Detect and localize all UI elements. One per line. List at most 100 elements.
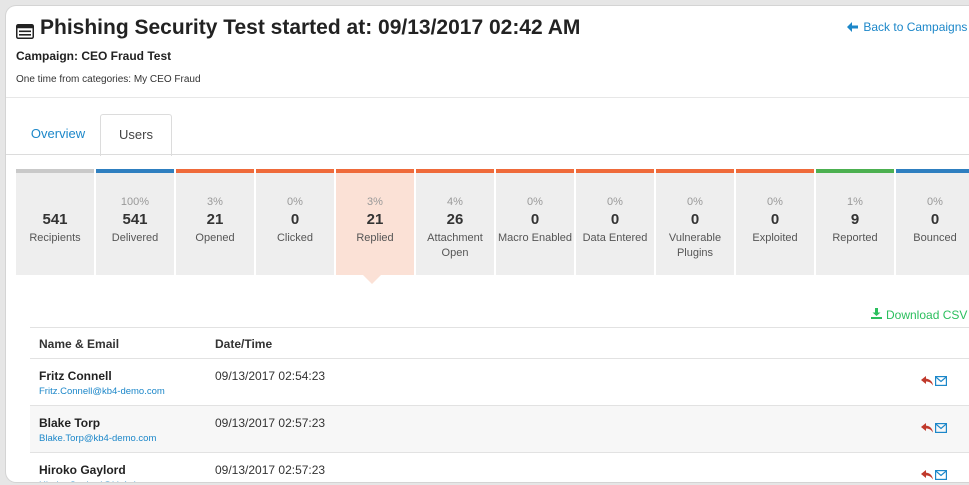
reply-icon[interactable] — [921, 376, 933, 386]
envelope-icon[interactable] — [935, 470, 947, 480]
stat-percent: 4% — [447, 196, 463, 208]
page-header: Phishing Security Test started at: 09/13… — [6, 6, 969, 98]
stat-color-bar — [896, 169, 969, 173]
row-actions — [921, 376, 949, 386]
stat-count: 0 — [610, 211, 620, 228]
table-body: Fritz Connell Fritz.Connell@kb4-demo.com 0… — [30, 359, 969, 482]
stat-percent: 0% — [927, 196, 943, 208]
stat-percent: 1% — [847, 196, 863, 208]
stat-attachment-open[interactable]: 4% 26 Attachment Open — [416, 169, 494, 275]
column-header-name-email: Name & Email — [39, 337, 120, 351]
stat-count: 9 — [850, 211, 860, 228]
stat-replied[interactable]: 3% 21 Replied — [336, 169, 414, 275]
stat-label: Data Entered — [582, 232, 648, 244]
header-divider — [6, 97, 969, 98]
user-email-link[interactable]: Hiroko.Gaylord@kb4-demo.com — [39, 480, 175, 482]
stat-vulnerable-plugins[interactable]: 0% 0 Vulnerable Plugins — [656, 169, 734, 275]
stat-color-bar — [176, 169, 254, 173]
reply-datetime: 09/13/2017 02:54:23 — [215, 369, 326, 383]
stat-label: Clicked — [276, 232, 314, 244]
stat-color-bar — [96, 169, 174, 173]
stat-color-bar — [656, 169, 734, 173]
table-row: Fritz Connell Fritz.Connell@kb4-demo.com 0… — [30, 359, 969, 406]
stat-count: 0 — [290, 211, 300, 228]
stat-color-bar — [816, 169, 894, 173]
stat-bounced[interactable]: 0% 0 Bounced — [896, 169, 969, 275]
stat-label: Macro Enabled — [498, 232, 572, 244]
back-to-campaigns-link[interactable]: Back to Campaigns — [847, 20, 967, 34]
stat-reported[interactable]: 1% 9 Reported — [816, 169, 894, 275]
stat-label: Bounced — [913, 232, 957, 244]
stat-label: Opened — [195, 232, 235, 244]
tab-bar: Overview Users — [6, 114, 969, 156]
stat-color-bar — [416, 169, 494, 173]
envelope-icon[interactable] — [935, 423, 947, 433]
stat-percent: 0% — [607, 196, 623, 208]
tab-overview[interactable]: Overview — [19, 114, 97, 154]
stat-label: Recipients — [29, 232, 81, 244]
stat-color-bar — [256, 169, 334, 173]
stat-color-bar — [736, 169, 814, 173]
stat-count: 0 — [530, 211, 540, 228]
stat-percent: 100% — [120, 196, 150, 208]
stat-label: Exploited — [752, 232, 798, 244]
stat-percent: 0% — [767, 196, 783, 208]
stat-color-bar — [16, 169, 94, 173]
user-email-link[interactable]: Blake.Torp@kb4-demo.com — [39, 433, 156, 444]
reply-icon[interactable] — [921, 423, 933, 433]
stat-macro-enabled[interactable]: 0% 0 Macro Enabled — [496, 169, 574, 275]
stat-recipients[interactable]: 541 Recipients — [16, 169, 94, 275]
user-name: Fritz Connell — [39, 369, 112, 383]
stat-color-bar — [496, 169, 574, 173]
stat-count: 21 — [206, 211, 224, 228]
stat-label: Attachment Open — [427, 232, 483, 259]
stat-percent: 0% — [287, 196, 303, 208]
reply-icon[interactable] — [921, 470, 933, 480]
stat-count: 541 — [42, 211, 68, 228]
table-row: Hiroko Gaylord Hiroko.Gaylord@kb4-demo.co… — [30, 453, 969, 482]
table-row: Blake Torp Blake.Torp@kb4-demo.com 09/13/2… — [30, 406, 969, 453]
column-header-datetime: Date/Time — [215, 337, 273, 351]
download-icon — [871, 308, 886, 322]
stat-count: 0 — [930, 211, 940, 228]
stat-percent: 0% — [687, 196, 703, 208]
stat-percent: 3% — [207, 196, 223, 208]
stat-delivered[interactable]: 100% 541 Delivered — [96, 169, 174, 275]
stat-percent: 3% — [367, 196, 383, 208]
stat-opened[interactable]: 3% 21 Opened — [176, 169, 254, 275]
stat-count: 21 — [366, 211, 384, 228]
user-name: Blake Torp — [39, 416, 101, 430]
stat-label: Reported — [832, 232, 878, 244]
list-icon — [16, 21, 34, 39]
table-header: Name & Email Date/Time — [30, 327, 969, 359]
download-csv-label: Download CSV — [886, 308, 968, 322]
stats-row: 541 Recipients 100% 541 Delivered 3% 21 Opened 0… — [16, 169, 969, 275]
reply-datetime: 09/13/2017 02:57:23 — [215, 416, 326, 430]
stat-clicked[interactable]: 0% 0 Clicked — [256, 169, 334, 275]
stat-label: Replied — [356, 232, 394, 244]
page-frame: Phishing Security Test started at: 09/13… — [6, 6, 969, 482]
page-title-text: Phishing Security Test started at: 09/13… — [40, 16, 581, 39]
arrow-left-icon — [847, 20, 863, 34]
stat-count: 0 — [690, 211, 700, 228]
reply-datetime: 09/13/2017 02:57:23 — [215, 463, 326, 477]
stat-color-bar — [576, 169, 654, 173]
stat-count: 26 — [446, 211, 464, 228]
user-name: Hiroko Gaylord — [39, 463, 126, 477]
stat-percent: 0% — [527, 196, 543, 208]
download-csv-link[interactable]: Download CSV — [871, 308, 967, 322]
stat-exploited[interactable]: 0% 0 Exploited — [736, 169, 814, 275]
stat-color-bar — [336, 169, 414, 173]
campaign-categories: One time from categories: My CEO Fraud — [16, 74, 201, 85]
stat-label: Vulnerable Plugins — [668, 232, 722, 259]
stat-count: 0 — [770, 211, 780, 228]
page-title: Phishing Security Test started at: 09/13… — [16, 16, 580, 40]
active-stat-caret — [363, 275, 381, 284]
row-actions — [921, 423, 949, 433]
stat-data-entered[interactable]: 0% 0 Data Entered — [576, 169, 654, 275]
envelope-icon[interactable] — [935, 376, 947, 386]
tab-divider — [6, 154, 969, 155]
user-email-link[interactable]: Fritz.Connell@kb4-demo.com — [39, 386, 165, 397]
back-link-label: Back to Campaigns — [863, 20, 968, 34]
tab-users[interactable]: Users — [100, 114, 172, 156]
